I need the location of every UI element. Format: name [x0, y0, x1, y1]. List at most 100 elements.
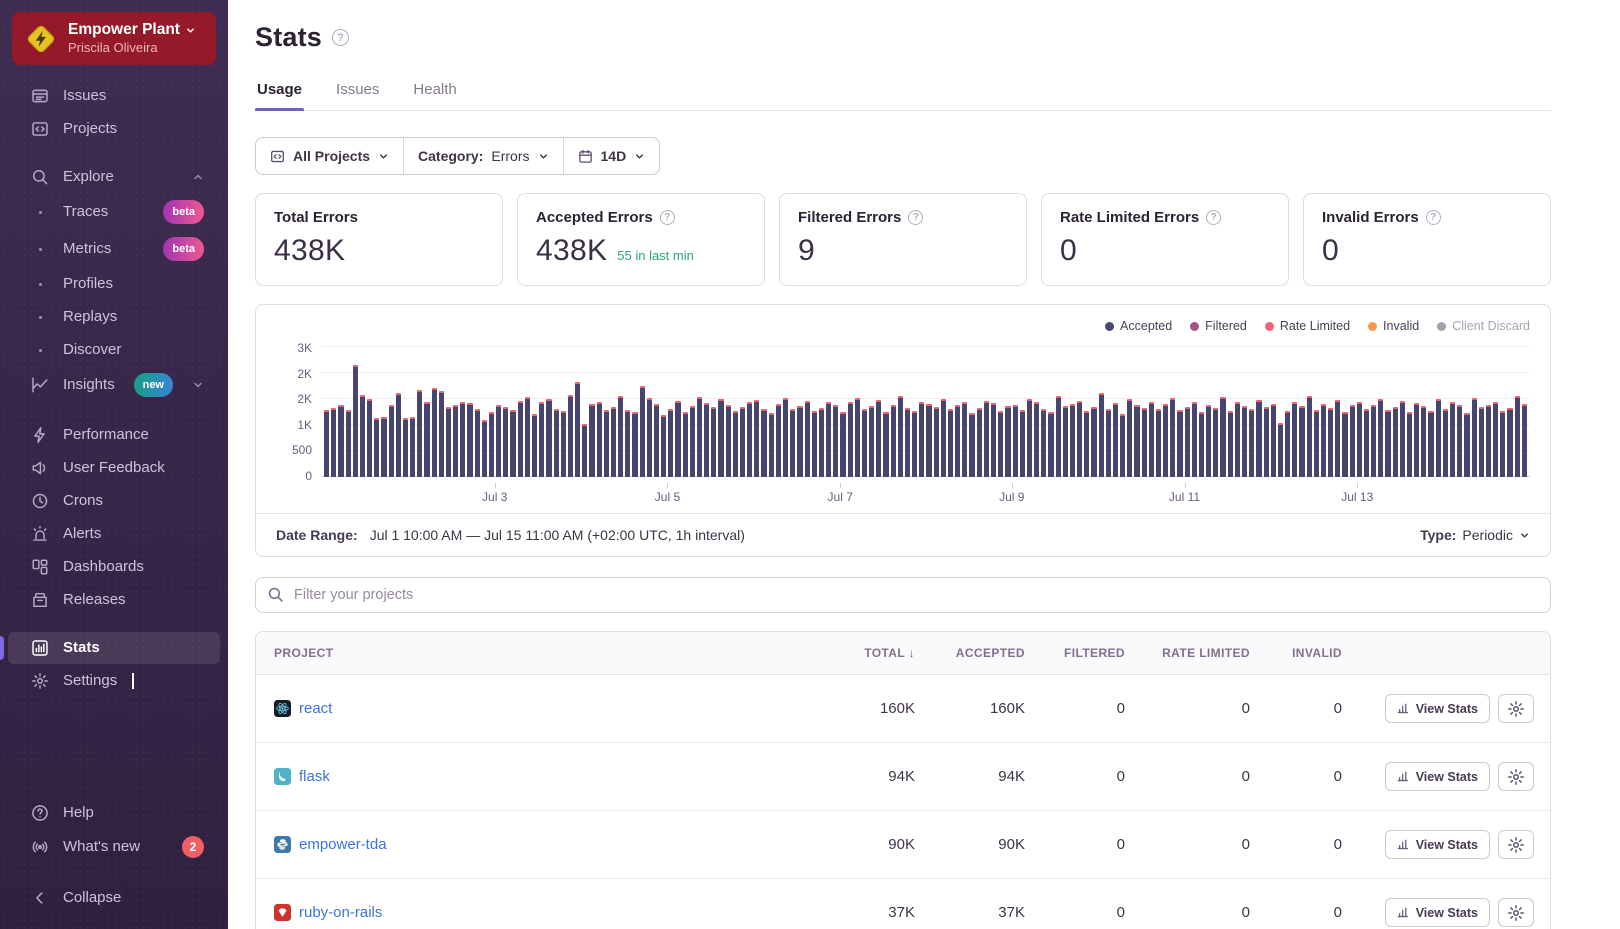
chart-bar[interactable] — [1220, 397, 1225, 477]
sidebar-item-help[interactable]: Help — [8, 797, 220, 829]
chart-bar[interactable] — [905, 408, 910, 477]
chart-bar[interactable] — [790, 409, 795, 477]
card-help-icon[interactable]: ? — [1426, 210, 1441, 225]
chart-bar[interactable] — [1127, 399, 1132, 477]
card-help-icon[interactable]: ? — [660, 210, 675, 225]
card-help-icon[interactable]: ? — [908, 210, 923, 225]
tab-issues[interactable]: Issues — [334, 81, 381, 110]
chart-bar[interactable] — [1493, 402, 1498, 477]
chart-bar[interactable] — [848, 402, 853, 477]
project-settings-button[interactable] — [1498, 830, 1534, 859]
sidebar-item-insights[interactable]: Insightsnew — [8, 367, 220, 403]
chart-bar[interactable] — [1149, 402, 1154, 477]
project-filter-dropdown[interactable]: All Projects — [256, 138, 403, 174]
column-header-accepted[interactable]: ACCEPTED — [915, 632, 1025, 674]
chart-bar[interactable] — [1120, 414, 1125, 477]
chart-bar[interactable] — [876, 400, 881, 477]
column-header-filtered[interactable]: FILTERED — [1025, 632, 1125, 674]
chart-bar[interactable] — [1228, 411, 1233, 477]
chart-bar[interactable] — [1515, 396, 1520, 477]
project-settings-button[interactable] — [1498, 694, 1534, 723]
project-settings-button[interactable] — [1498, 898, 1534, 927]
chart-bar[interactable] — [776, 404, 781, 477]
chart-bar[interactable] — [797, 406, 802, 477]
view-stats-button[interactable]: View Stats — [1385, 694, 1490, 723]
chart-bar[interactable] — [604, 410, 609, 477]
chart-bar[interactable] — [1299, 406, 1304, 477]
chart-bar[interactable] — [1027, 399, 1032, 477]
category-filter-dropdown[interactable]: Category: Errors — [403, 138, 562, 174]
column-header-invalid[interactable]: INVALID — [1250, 632, 1342, 674]
chart-bar[interactable] — [891, 405, 896, 477]
chart-bar[interactable] — [496, 405, 501, 477]
chart-bar[interactable] — [489, 412, 494, 477]
chart-bar[interactable] — [1271, 404, 1276, 477]
chart-bar[interactable] — [1013, 405, 1018, 477]
chart-bar[interactable] — [589, 404, 594, 477]
chart-bar[interactable] — [1371, 405, 1376, 477]
chart-bar[interactable] — [439, 391, 444, 477]
chart-bar[interactable] — [998, 411, 1003, 477]
chart-bar[interactable] — [374, 418, 379, 477]
chart-bar[interactable] — [568, 395, 573, 477]
chart-bar[interactable] — [690, 406, 695, 477]
chart-bar[interactable] — [446, 407, 451, 477]
chart-bar[interactable] — [647, 398, 652, 477]
chart-bar[interactable] — [396, 393, 401, 477]
chart-bar[interactable] — [1407, 412, 1412, 477]
chart-bar[interactable] — [991, 403, 996, 477]
chart-bar[interactable] — [1464, 413, 1469, 477]
chart-bar[interactable] — [1077, 401, 1082, 477]
chart-bar[interactable] — [410, 417, 415, 477]
sidebar-item-dashboards[interactable]: Dashboards — [8, 551, 220, 583]
chart-bar[interactable] — [518, 401, 523, 477]
chart-bar[interactable] — [1364, 409, 1369, 477]
chart-bar[interactable] — [1185, 407, 1190, 477]
view-stats-button[interactable]: View Stats — [1385, 762, 1490, 791]
chart-bar[interactable] — [1242, 406, 1247, 477]
chart-bar[interactable] — [977, 408, 982, 477]
chart-bar[interactable] — [1378, 399, 1383, 477]
chart-bar[interactable] — [1163, 404, 1168, 477]
chart-bar[interactable] — [1048, 412, 1053, 477]
project-settings-button[interactable] — [1498, 762, 1534, 791]
chart-bar[interactable] — [1170, 398, 1175, 477]
chart-bar[interactable] — [955, 405, 960, 477]
sidebar-item-alerts[interactable]: Alerts — [8, 518, 220, 550]
sidebar-item-performance[interactable]: Performance — [8, 419, 220, 451]
sidebar-item-releases[interactable]: Releases — [8, 584, 220, 616]
chart-bar[interactable] — [346, 410, 351, 477]
chart-bar[interactable] — [962, 402, 967, 477]
chart-bar[interactable] — [1472, 398, 1477, 477]
chart-bar[interactable] — [1428, 411, 1433, 477]
view-stats-button[interactable]: View Stats — [1385, 898, 1490, 927]
chart-bar[interactable] — [1385, 410, 1390, 477]
chart-bar[interactable] — [1056, 396, 1061, 477]
page-help-icon[interactable]: ? — [332, 29, 349, 46]
chart-bar[interactable] — [869, 406, 874, 477]
project-link[interactable]: ruby-on-rails — [299, 904, 382, 921]
tab-usage[interactable]: Usage — [255, 81, 304, 110]
chart-bar[interactable] — [1020, 410, 1025, 477]
chart-bar[interactable] — [1450, 402, 1455, 477]
chart-bar[interactable] — [1213, 408, 1218, 477]
chart-bar[interactable] — [898, 396, 903, 477]
chart-bar[interactable] — [467, 403, 472, 477]
chart-bar[interactable] — [1005, 406, 1010, 477]
chart-bar[interactable] — [1264, 407, 1269, 477]
chart-bar[interactable] — [510, 410, 515, 477]
chart-bar[interactable] — [561, 411, 566, 477]
chart-bar[interactable] — [1084, 411, 1089, 477]
chart-bar[interactable] — [919, 402, 924, 477]
chart-bar[interactable] — [331, 408, 336, 477]
chart-type-dropdown[interactable]: Type: Periodic — [1420, 527, 1530, 543]
chart-bar[interactable] — [948, 409, 953, 477]
chart-bar[interactable] — [761, 409, 766, 477]
project-link[interactable]: react — [299, 700, 332, 717]
chart-bar[interactable] — [1328, 408, 1333, 477]
chart-bar[interactable] — [403, 418, 408, 477]
legend-item-filtered[interactable]: Filtered — [1190, 319, 1247, 333]
chart-bar[interactable] — [819, 408, 824, 477]
chart-bar[interactable] — [1292, 402, 1297, 477]
chart-bar[interactable] — [740, 407, 745, 477]
